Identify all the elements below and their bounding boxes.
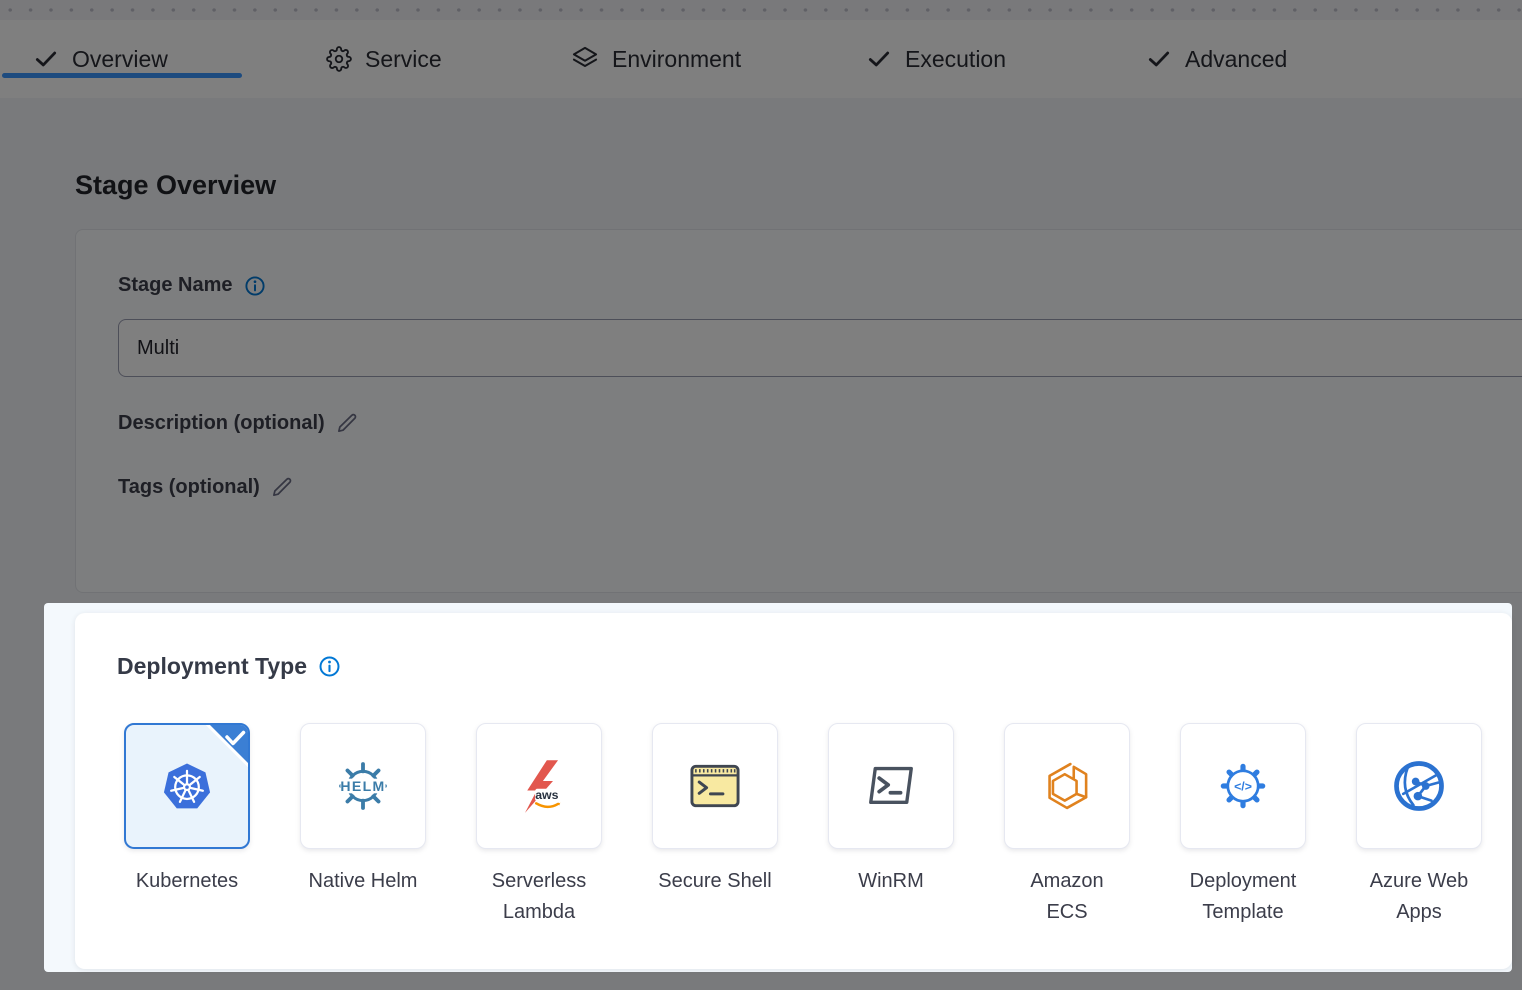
deployment-option-secure-shell: Secure Shell bbox=[627, 723, 803, 897]
deployment-option-kubernetes: Kubernetes bbox=[99, 723, 275, 897]
stage-name-input[interactable] bbox=[118, 319, 1522, 377]
tab-advanced[interactable]: Advanced bbox=[1146, 20, 1287, 98]
tab-label: Environment bbox=[612, 46, 741, 73]
deployment-type-spotlight: Deployment Type bbox=[44, 603, 1512, 972]
azure-web-apps-icon bbox=[1392, 759, 1446, 813]
winrm-icon bbox=[864, 759, 918, 813]
tab-environment[interactable]: Environment bbox=[571, 20, 741, 98]
kubernetes-card[interactable] bbox=[124, 723, 250, 849]
check-icon bbox=[866, 46, 892, 72]
tab-overview[interactable]: Overview bbox=[33, 20, 168, 98]
deployment-option-deployment-template: </> Deployment Template bbox=[1155, 723, 1331, 928]
svg-text:aws: aws bbox=[535, 788, 558, 802]
deployment-type-title: Deployment Type bbox=[117, 653, 307, 680]
amazon-ecs-card[interactable] bbox=[1004, 723, 1130, 849]
pipeline-canvas-dots bbox=[0, 0, 1522, 20]
check-icon bbox=[1146, 46, 1172, 72]
edit-pencil-icon[interactable] bbox=[271, 476, 294, 499]
deployment-option-azure-web-apps: Azure Web Apps bbox=[1331, 723, 1507, 928]
tab-service[interactable]: Service bbox=[326, 20, 442, 98]
info-icon[interactable] bbox=[244, 275, 266, 297]
layers-icon bbox=[571, 45, 599, 73]
native-helm-card[interactable]: HELM bbox=[300, 723, 426, 849]
tags-label: Tags (optional) bbox=[118, 476, 260, 499]
deployment-type-title-row: Deployment Type bbox=[117, 653, 341, 680]
tab-label: Execution bbox=[905, 46, 1006, 73]
card-label: Native Helm bbox=[275, 866, 451, 897]
active-tab-indicator bbox=[2, 73, 242, 78]
deployment-template-icon: </> bbox=[1216, 759, 1270, 813]
stage-name-label: Stage Name bbox=[118, 274, 233, 297]
amazon-ecs-icon bbox=[1040, 759, 1094, 813]
tab-execution[interactable]: Execution bbox=[866, 20, 1006, 98]
card-label: Amazon ECS bbox=[979, 866, 1155, 928]
tab-label: Advanced bbox=[1185, 46, 1287, 73]
card-label: Secure Shell bbox=[627, 866, 803, 897]
deployment-option-amazon-ecs: Amazon ECS bbox=[979, 723, 1155, 928]
winrm-card[interactable] bbox=[828, 723, 954, 849]
tab-label: Overview bbox=[72, 46, 168, 73]
deployment-template-card[interactable]: </> bbox=[1180, 723, 1306, 849]
svg-text:</>: </> bbox=[1234, 780, 1252, 794]
deployment-option-serverless-lambda: aws Serverless Lambda bbox=[451, 723, 627, 928]
card-label: WinRM bbox=[803, 866, 979, 897]
card-label: Kubernetes bbox=[99, 866, 275, 897]
serverless-lambda-card[interactable]: aws bbox=[476, 723, 602, 849]
secure-shell-icon bbox=[688, 759, 742, 813]
info-icon[interactable] bbox=[318, 655, 341, 678]
card-label: Serverless Lambda bbox=[451, 866, 627, 928]
pipeline-stage-config-screen: Overview Service Environment Execution A… bbox=[0, 0, 1522, 990]
svg-text:HELM: HELM bbox=[340, 778, 385, 794]
stage-tab-bar: Overview Service Environment Execution A… bbox=[0, 20, 1522, 99]
serverless-lambda-icon: aws bbox=[512, 758, 566, 814]
deployment-option-winrm: WinRM bbox=[803, 723, 979, 897]
page-title: Stage Overview bbox=[75, 170, 276, 201]
tags-field-row: Tags (optional) bbox=[118, 476, 294, 499]
edit-pencil-icon[interactable] bbox=[336, 412, 359, 435]
description-label: Description (optional) bbox=[118, 412, 325, 435]
azure-web-apps-card[interactable] bbox=[1356, 723, 1482, 849]
gear-icon bbox=[326, 46, 352, 72]
description-field-row: Description (optional) bbox=[118, 412, 359, 435]
deployment-type-panel: Deployment Type bbox=[75, 613, 1512, 969]
deployment-option-native-helm: HELM Native Helm bbox=[275, 723, 451, 897]
helm-icon: HELM bbox=[336, 759, 390, 813]
tab-label: Service bbox=[365, 46, 442, 73]
check-icon bbox=[33, 46, 59, 72]
stage-overview-panel: Stage Name Description (optional) Tags (… bbox=[75, 229, 1522, 593]
stage-name-field-row: Stage Name bbox=[118, 274, 266, 297]
card-label: Deployment Template bbox=[1155, 866, 1331, 928]
secure-shell-card[interactable] bbox=[652, 723, 778, 849]
selected-check-icon bbox=[200, 725, 248, 773]
card-label: Azure Web Apps bbox=[1331, 866, 1507, 928]
